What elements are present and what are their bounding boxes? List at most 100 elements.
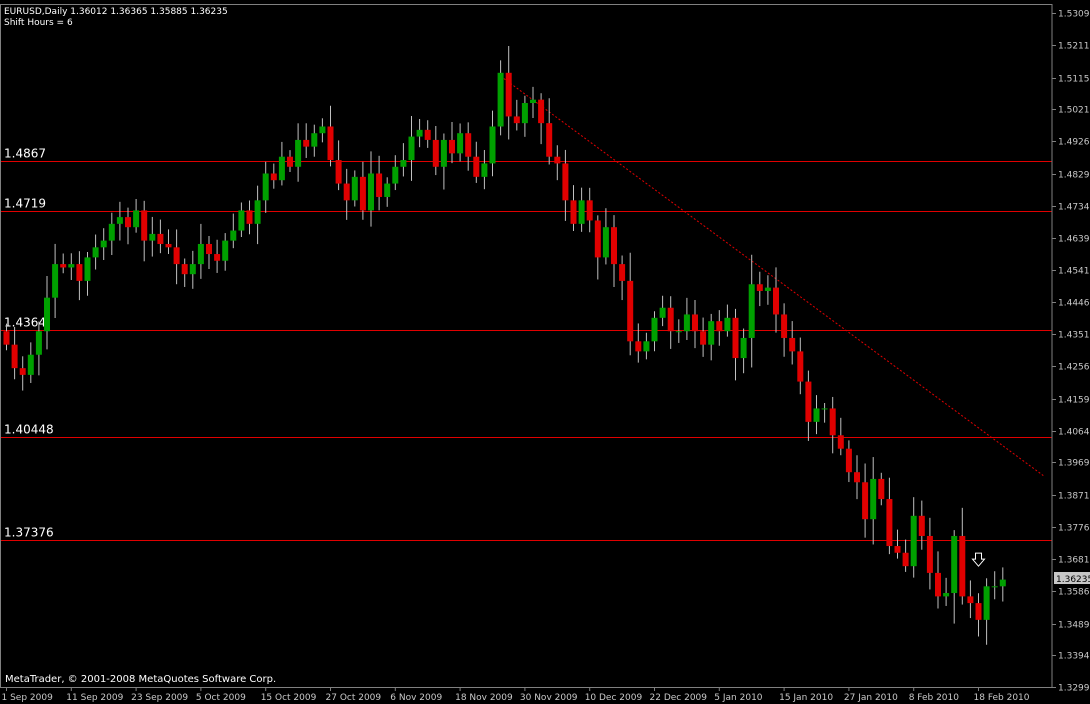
bear-candle [181,264,188,275]
bear-candle [789,337,796,352]
bear-candle [538,99,545,124]
bear-candle [886,499,893,547]
bull-candle [497,72,504,127]
time-axis: 1 Sep 2009 11 Sep 2009 23 Sep 2009 5 Oct 20… [2,687,1030,703]
price-tick-label: 1.46390 [1058,235,1090,245]
price-tick-label: 1.37765 [1058,524,1090,534]
price-tick-label: 1.38715 [1058,492,1090,502]
date-tick-label: 18 Feb 2010 [974,693,1030,703]
bear-candle [975,603,982,620]
bull-candle [92,247,99,258]
bull-candle [197,243,204,265]
shift-hours-label: Shift Hours = 6 [4,18,73,28]
bull-candle [311,133,318,147]
bear-candle [845,448,852,473]
bull-candle [133,210,140,228]
bear-candle [635,341,642,352]
price-tick-label: 1.50215 [1058,106,1090,116]
level-label: 1.40448 [4,423,54,437]
bull-candle [578,200,585,224]
bear-candle [935,572,941,597]
bear-candle [60,264,67,268]
bull-candle [821,408,828,410]
bull-candle [254,200,261,224]
price-tick-label: 1.51155 [1058,75,1090,85]
bear-candle [959,535,966,597]
date-tick-label: 15 Oct 2009 [261,693,317,703]
date-tick-label: 5 Jan 2010 [714,693,762,703]
trend-line-group [500,75,1044,476]
bull-candle [748,284,755,338]
level-label: 1.4364 [4,316,46,330]
bear-candle [781,314,788,338]
bear-candle [359,176,366,211]
bear-candle [465,133,472,157]
bear-candle [214,254,221,261]
bull-candle [683,314,690,332]
date-tick-label: 15 Jan 2010 [779,693,833,703]
price-tick-label: 1.48290 [1058,171,1090,181]
bull-candle [724,317,731,332]
date-tick-label: 10 Dec 2009 [585,693,643,703]
bear-candle [424,129,431,140]
bear-candle [594,220,601,258]
bear-candle [11,344,18,369]
price-tick-label: 1.35865 [1058,588,1090,598]
bull-candle [489,126,496,164]
level-label: 1.4867 [4,147,46,161]
bull-candle [238,210,245,231]
date-tick-label: 27 Oct 2009 [326,693,382,703]
bear-candle [619,264,626,281]
bull-candle [351,176,358,201]
bull-candle [408,136,415,161]
bull-candle [416,129,423,137]
bull-candle [100,240,107,248]
bull-candle [999,579,1006,587]
bear-candle [141,210,148,241]
chart-window: 1.4867 1.4719 1.4364 1.40448 1.37376 1.53090… [0,0,1090,704]
bear-candle [157,233,164,244]
bull-candle [764,287,771,291]
price-tick-label: 1.41590 [1058,396,1090,406]
bull-candle [222,240,229,261]
price-tick-label: 1.40640 [1058,428,1090,438]
bear-candle [692,314,698,332]
current-price-label: 1.36235 [1056,575,1090,585]
bull-candle [951,535,958,594]
bull-candle [659,307,666,318]
bull-candle [278,156,285,181]
bull-candle [189,264,196,275]
bear-candle [837,435,844,449]
bear-candle [513,116,520,124]
price-tick-label: 1.49265 [1058,138,1090,148]
price-tick-label: 1.43515 [1058,331,1090,341]
date-tick-label: 8 Feb 2010 [909,693,960,703]
date-tick-label: 23 Sep 2009 [131,693,188,703]
price-tick-label: 1.47340 [1058,203,1090,213]
price-axis: 1.53090 1.52115 1.51155 1.50215 1.49265 1.482… [1052,10,1090,694]
date-tick-label: 5 Oct 2009 [196,693,246,703]
bear-candle [829,408,836,436]
bear-candle [611,227,617,265]
price-tick-label: 1.33940 [1058,652,1090,662]
bear-candle [343,183,350,201]
bear-candle [19,368,26,375]
bull-candle [708,321,715,345]
bear-candle [716,321,723,332]
bear-candle [967,596,974,604]
symbol-header: EURUSD,Daily 1.36012 1.36365 1.35885 1.3… [4,7,228,17]
bull-candle [457,133,464,154]
bull-candle [870,478,877,520]
bull-candle [400,160,407,167]
bull-candle [651,317,658,342]
bull-candle [44,297,50,332]
price-tick-label: 1.45415 [1058,267,1090,277]
bear-candle [732,317,739,359]
date-tick-label: 6 Nov 2009 [390,693,442,703]
bull-candle [392,166,399,184]
bull-candle [813,408,820,422]
copyright-text: MetaTrader, © 2001-2008 MetaQuotes Softw… [5,674,276,685]
price-tick-label: 1.32990 [1058,684,1090,694]
bear-candle [303,139,310,147]
bull-candle [481,163,488,177]
